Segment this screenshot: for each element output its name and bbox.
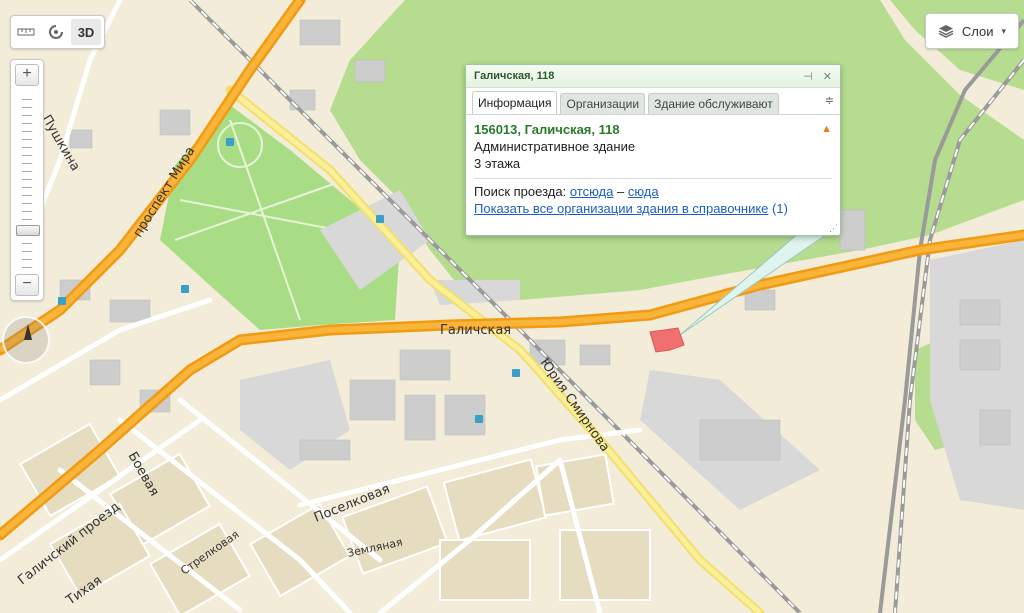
- map-toolbar: 3D: [10, 15, 105, 49]
- zoom-slider-handle[interactable]: [16, 225, 40, 237]
- street-label-galichskaya: Галичская: [440, 323, 511, 338]
- building-type: Административное здание: [474, 139, 636, 154]
- address-text: 156013, Галичская, 118: [474, 122, 620, 137]
- divider: [474, 178, 832, 179]
- route-dash: –: [616, 184, 625, 199]
- tab-information[interactable]: Информация: [472, 91, 558, 114]
- balloon-header: Галичская, 118 ⊣ ✕: [466, 65, 840, 88]
- close-icon[interactable]: ✕: [823, 70, 832, 83]
- magnifier-icon[interactable]: [41, 17, 71, 47]
- resize-handle-icon[interactable]: ⋰: [829, 223, 838, 234]
- info-balloon: Галичская, 118 ⊣ ✕ Информация Организаци…: [465, 64, 841, 236]
- zoom-out-button[interactable]: −: [15, 274, 39, 296]
- layers-label: Слои: [961, 23, 994, 39]
- tab-organizations[interactable]: Организации: [560, 93, 646, 114]
- bus-stop-icon: [376, 215, 384, 223]
- bus-stop-icon: [181, 285, 189, 293]
- 3d-toggle-button[interactable]: 3D: [71, 19, 101, 45]
- tab-building-services[interactable]: Здание обслуживают: [648, 93, 779, 114]
- show-all-organizations-link[interactable]: Показать все организации здания в справо…: [474, 201, 768, 216]
- organization-count: (1): [772, 201, 788, 216]
- show-all-row: Показать все организации здания в справо…: [474, 200, 832, 217]
- zoom-in-button[interactable]: +: [15, 64, 39, 86]
- zoom-scale[interactable]: [22, 92, 32, 268]
- balloon-body: 156013, Галичская, 118 ▲ Административно…: [466, 115, 840, 217]
- bus-stop-icon: [226, 138, 234, 146]
- compass-control[interactable]: [2, 316, 50, 364]
- balloon-title: Галичская, 118: [474, 70, 555, 82]
- route-from-link[interactable]: отсюда: [570, 184, 614, 199]
- layers-button[interactable]: Слои ▾: [925, 13, 1019, 49]
- route-to-link[interactable]: сюда: [628, 184, 659, 199]
- compass-needle-icon: [24, 324, 32, 340]
- bus-stop-icon: [512, 369, 520, 377]
- ruler-icon[interactable]: [11, 17, 41, 47]
- route-search-row: Поиск проезда: отсюда – сюда: [474, 183, 832, 200]
- layers-icon: [938, 25, 954, 38]
- warning-icon[interactable]: ▲: [821, 121, 832, 138]
- chevron-down-icon: ▾: [1001, 25, 1007, 36]
- route-search-label: Поиск проезда:: [474, 184, 567, 199]
- bus-stop-icon: [58, 297, 66, 305]
- bus-stop-icon: [475, 415, 483, 423]
- address-heading: 156013, Галичская, 118 ▲: [474, 121, 832, 138]
- zoom-control: + −: [10, 59, 44, 301]
- balloon-tabs: Информация Организации Здание обслуживаю…: [466, 88, 840, 115]
- tabs-menu-icon[interactable]: ≑: [825, 94, 834, 107]
- floor-count: 3 этажа: [474, 156, 521, 171]
- pin-icon[interactable]: ⊣: [803, 70, 813, 83]
